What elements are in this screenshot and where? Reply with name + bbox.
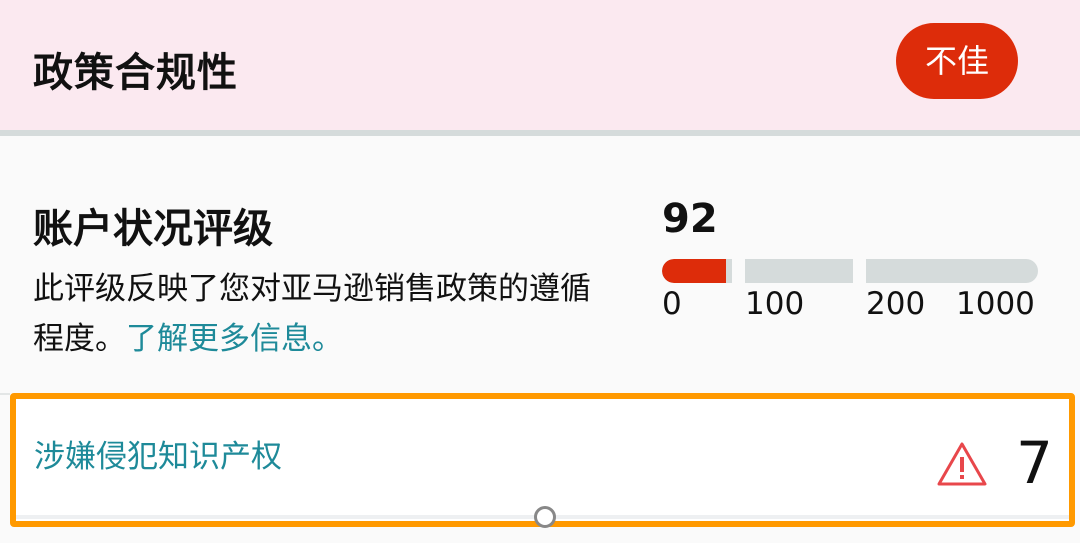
scale-tick: 100 <box>745 286 805 322</box>
health-rating-bar <box>662 259 1038 283</box>
account-health-title: 账户状况评级 <box>33 206 273 252</box>
resize-handle[interactable] <box>534 506 556 528</box>
account-health-description: 此评级反映了您对亚马逊销售政策的遵循程度。了解更多信息。 <box>33 264 593 364</box>
bar-fill <box>662 259 727 283</box>
issue-count: 7 <box>1016 429 1053 497</box>
status-badge: 不佳 <box>896 23 1018 99</box>
warning-triangle-icon <box>936 441 988 487</box>
scale-tick: 200 <box>866 286 926 322</box>
header-divider <box>0 130 1080 136</box>
bar-segment-healthy <box>866 259 1038 283</box>
learn-more-link[interactable]: 了解更多信息。 <box>126 321 343 357</box>
scale-tick: 1000 <box>956 286 1035 322</box>
scale-tick: 0 <box>662 286 682 322</box>
account-health-score: 92 <box>662 196 718 242</box>
issue-label[interactable]: 涉嫌侵犯知识产权 <box>34 431 282 476</box>
divider <box>0 393 10 395</box>
bar-segment-critical <box>662 259 732 283</box>
policy-compliance-card: 政策合规性 不佳 账户状况评级 此评级反映了您对亚马逊销售政策的遵循程度。了解更… <box>0 0 1080 543</box>
card-header: 政策合规性 不佳 <box>0 0 1080 130</box>
issue-row-ip-infringement[interactable]: 涉嫌侵犯知识产权 7 <box>10 393 1075 528</box>
bar-segment-at-risk <box>745 259 853 283</box>
card-title: 政策合规性 <box>33 50 238 96</box>
